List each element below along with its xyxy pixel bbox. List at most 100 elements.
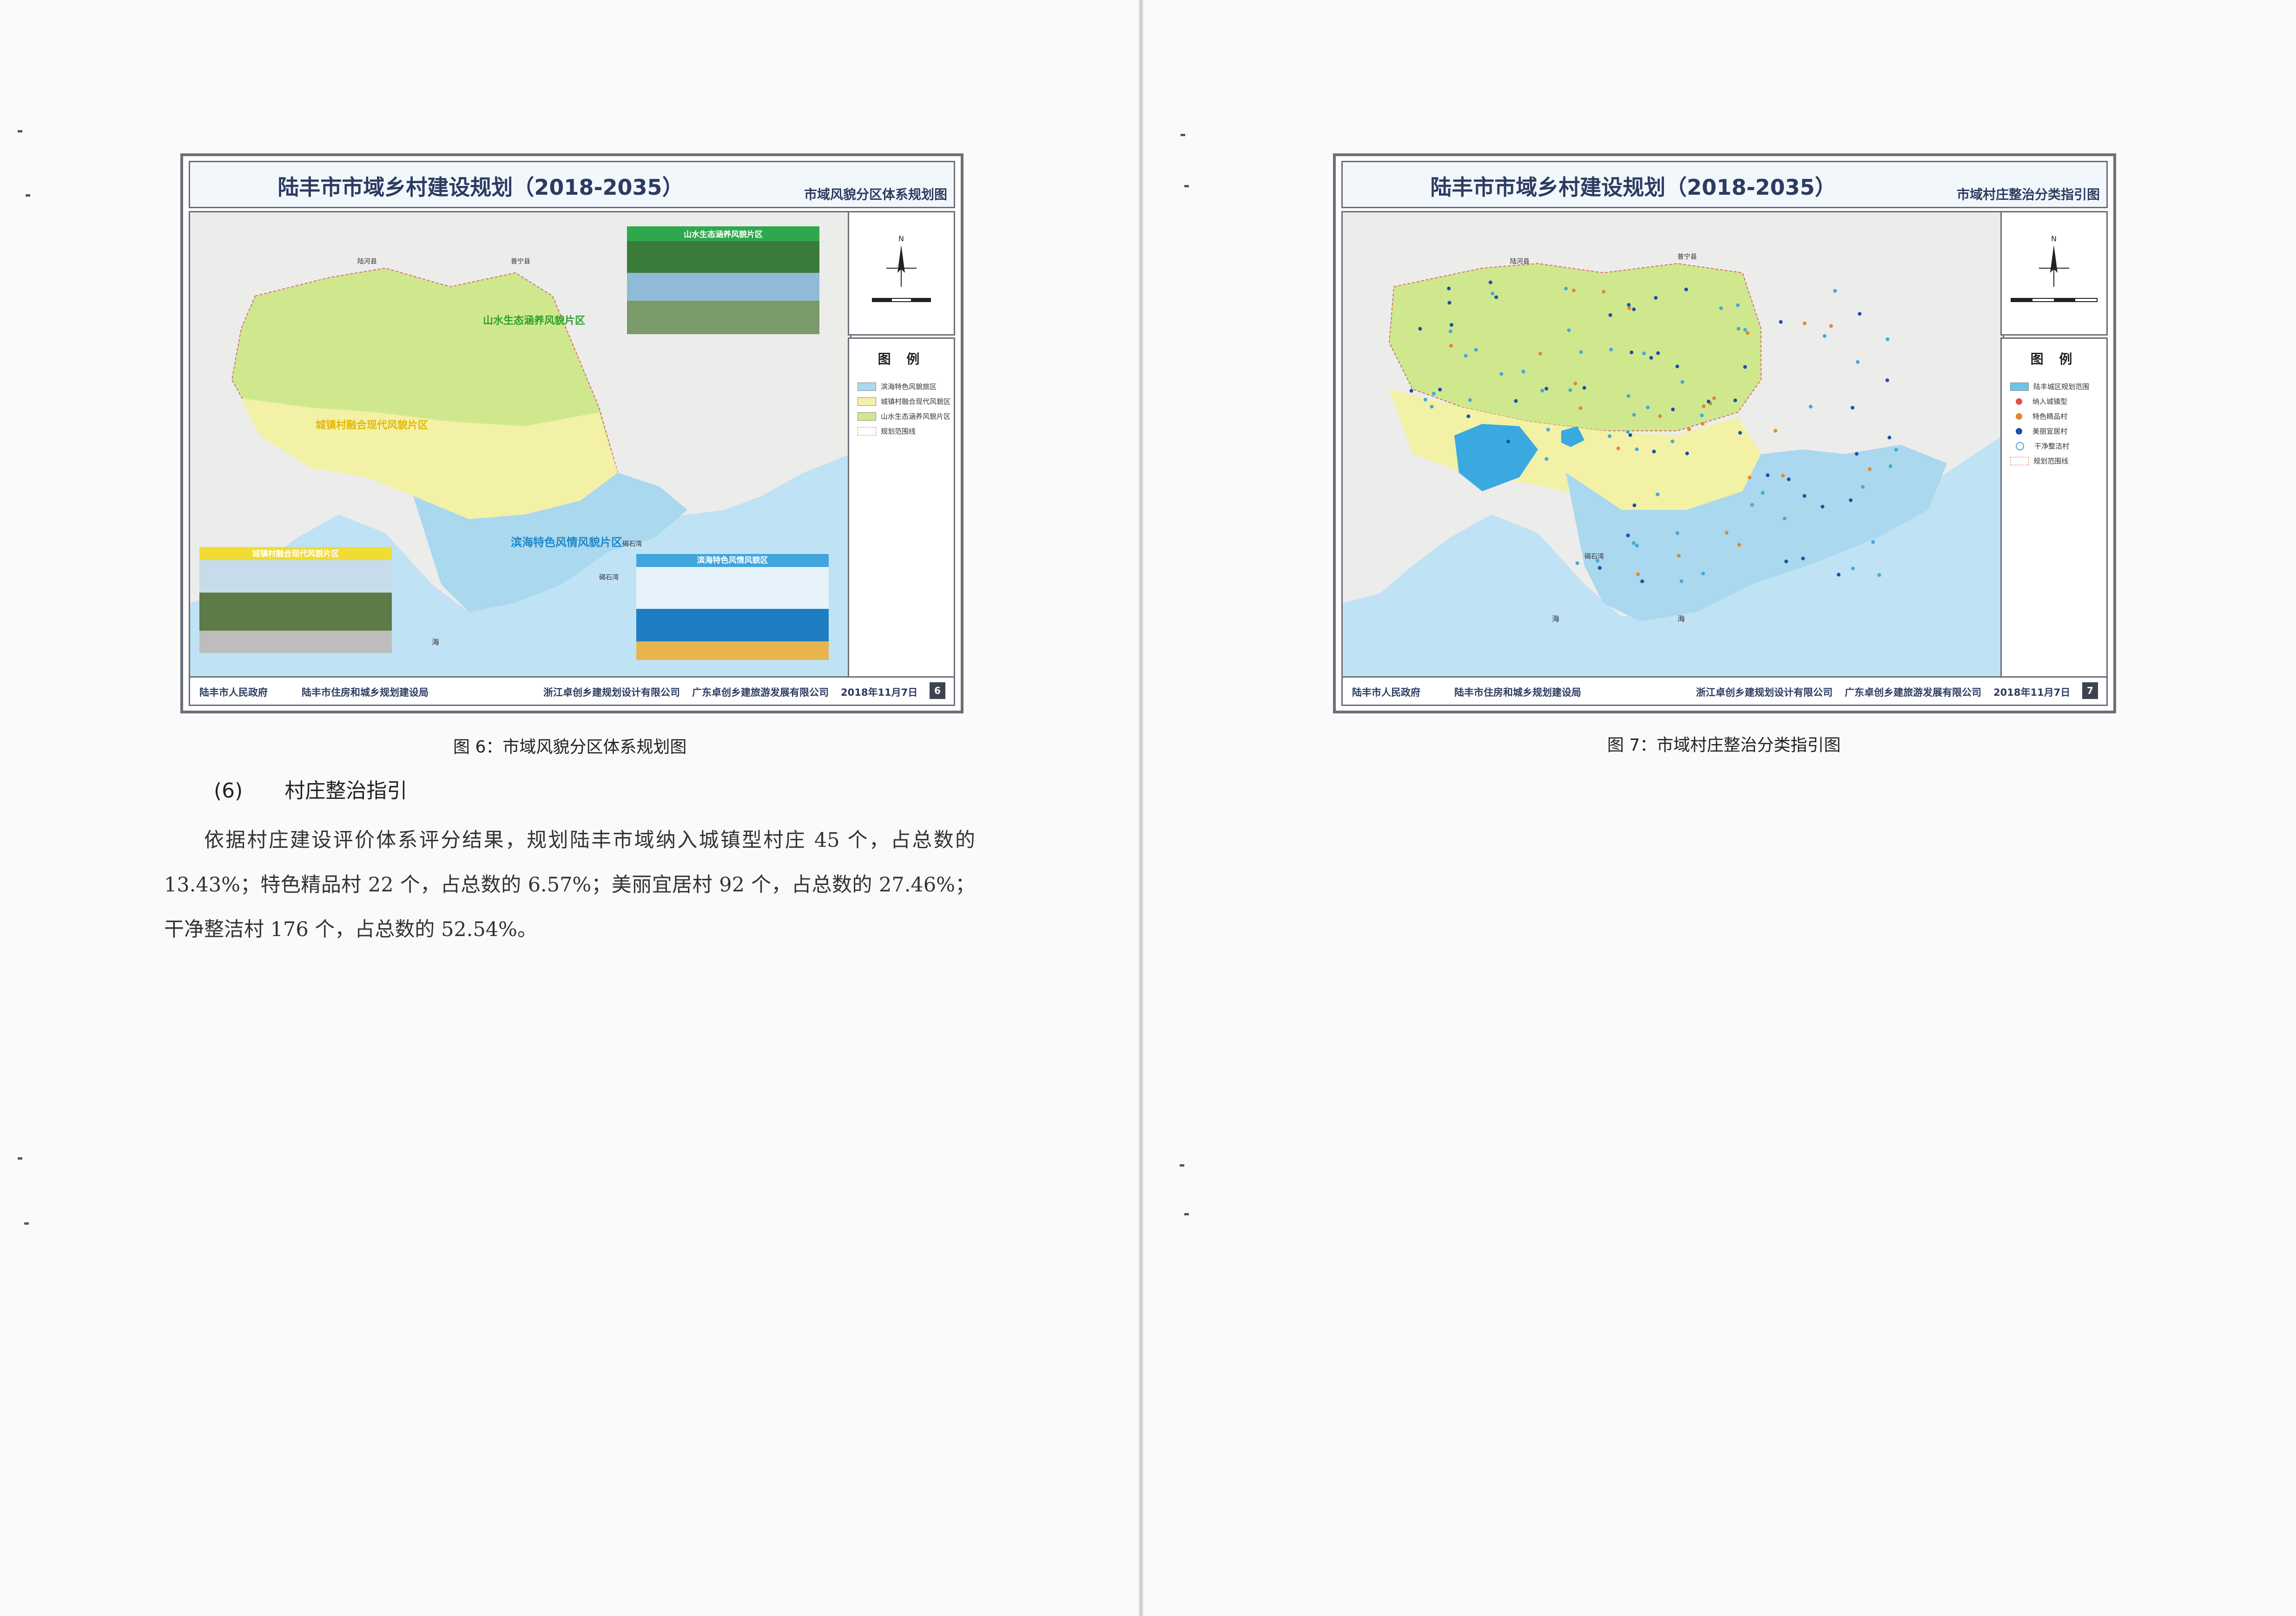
village-dot xyxy=(1546,428,1550,432)
scan-mark xyxy=(26,194,30,197)
legend-item: 山水生态涵养风貌片区 xyxy=(858,411,954,421)
village-dot xyxy=(1802,321,1807,325)
map-footer: 陆丰市人民政府 陆丰市住房和城乡规划建设局 浙江卓创乡建规划设计有限公司 广东卓… xyxy=(1341,676,2108,706)
village-dot xyxy=(1544,457,1549,461)
village-dot xyxy=(1871,540,1875,544)
village-dot xyxy=(1627,303,1631,307)
svg-text:N: N xyxy=(898,234,904,243)
scan-mark xyxy=(18,130,22,132)
village-dot xyxy=(1738,431,1742,435)
village-dot xyxy=(1702,404,1706,408)
village-dot xyxy=(1736,327,1741,331)
left-map-area: 山水生态涵养风貌片区 城镇村融合现代风貌片区 滨海特色风情风貌片区 陆河县 普宁… xyxy=(189,211,851,679)
legend-list: 陆丰城区规划范围 纳入城镇型 特色精品村 美丽宜居村 干净整洁村 规划范围线 xyxy=(2010,382,2106,466)
village-dot xyxy=(1854,452,1859,456)
photo-town xyxy=(199,547,392,653)
village-dot xyxy=(1579,350,1583,354)
village-dot xyxy=(1494,295,1498,299)
village-dot xyxy=(1632,503,1636,508)
village-dot xyxy=(1640,579,1644,583)
village-dot xyxy=(1675,364,1679,369)
legend-item: 纳入城镇型 xyxy=(2010,396,2106,406)
legend-item: 规划范围线 xyxy=(2010,456,2106,466)
figure-caption-6: 图 6：市域风貌分区体系规划图 xyxy=(453,738,687,757)
map-footer: 陆丰市人民政府 陆丰市住房和城乡规划建设局 浙江卓创乡建规划设计有限公司 广东卓… xyxy=(189,676,955,706)
village-dot xyxy=(1572,288,1576,292)
footer-gov: 陆丰市人民政府 xyxy=(199,687,268,698)
village-dot xyxy=(1656,351,1660,355)
village-dot xyxy=(1424,397,1427,402)
legend-item: 城镇村融合现代风貌区 xyxy=(858,396,954,406)
north-arrow-icon: N xyxy=(2011,234,2098,302)
legend-title: 图 例 xyxy=(2030,351,2078,367)
legend-item: 美丽宜居村 xyxy=(2010,426,2106,436)
scan-mark xyxy=(24,1222,29,1225)
compass-box: N xyxy=(848,211,955,336)
scan-mark xyxy=(1184,1213,1189,1215)
map-subtitle: 市域村庄整治分类指引图 xyxy=(1956,187,2100,202)
footer-design2: 广东卓创乡建旅游发展有限公司 xyxy=(692,687,829,698)
place-label: 碣石湾 xyxy=(622,540,642,548)
village-dot xyxy=(1736,303,1740,307)
legend-list: 滨海特色风貌旅区 城镇村融合现代风貌区 山水生态涵养风貌片区 规划范围线 xyxy=(858,382,954,436)
village-dot xyxy=(1626,394,1630,398)
village-dot xyxy=(1737,543,1742,547)
village-dot xyxy=(1506,440,1511,443)
village-dot xyxy=(1833,289,1837,293)
section-title: 村庄整治指引 xyxy=(284,779,408,803)
village-dot xyxy=(1447,286,1451,290)
village-dot xyxy=(1632,307,1636,311)
village-dot xyxy=(1538,351,1543,356)
village-dot xyxy=(1474,348,1478,352)
village-dot xyxy=(1802,494,1807,498)
map-subtitle: 市域风貌分区体系规划图 xyxy=(804,187,947,202)
village-dot xyxy=(1779,320,1783,324)
village-dot xyxy=(1670,439,1675,443)
village-dot xyxy=(1680,380,1684,384)
village-dot xyxy=(1700,413,1704,417)
village-dot xyxy=(1787,477,1791,482)
village-dot xyxy=(1642,351,1646,356)
village-dot xyxy=(1447,301,1451,305)
village-dot xyxy=(1596,559,1599,563)
scan-mark xyxy=(1184,185,1189,187)
legend-box: 图 例 滨海特色风貌旅区 城镇村融合现代风貌区 山水生态涵养风貌片区 规划范围线 xyxy=(848,337,955,679)
body-paragraph: 依据村庄建设评价体系评分结果，规划陆丰市域纳入城镇型村庄 45 个，占总数的 1… xyxy=(164,818,975,952)
village-dot xyxy=(1608,434,1612,438)
svg-text:N: N xyxy=(2051,234,2057,243)
village-dot xyxy=(1808,404,1813,409)
village-dot xyxy=(1627,306,1631,310)
footer-design1: 浙江卓创乡建规划设计有限公司 xyxy=(1696,687,1833,698)
village-dot xyxy=(1679,579,1683,583)
village-dot xyxy=(1616,446,1620,450)
legend-item: 陆丰城区规划范围 xyxy=(2010,382,2106,391)
village-dot xyxy=(1626,534,1630,537)
village-dot xyxy=(1514,399,1518,403)
village-dot xyxy=(1635,544,1639,547)
scan-mark xyxy=(1181,134,1185,136)
village-dot xyxy=(1886,337,1890,341)
place-label: 普宁县 xyxy=(1677,253,1697,261)
village-dot xyxy=(1856,360,1860,364)
legend-item: 干净整洁村 xyxy=(2010,441,2106,451)
village-dot xyxy=(1821,505,1825,509)
zone-label-coastal: 滨海特色风情风貌片区 xyxy=(511,536,622,549)
village-dot xyxy=(1750,503,1754,507)
village-dot xyxy=(1567,328,1571,332)
village-dot xyxy=(1766,473,1770,477)
right-map-frame: 陆丰市市域乡村建设规划（2018-2035） 市域村庄整治分类指引图 陆河县 普… xyxy=(1333,153,2116,713)
place-label: 海 xyxy=(1677,614,1685,623)
village-dot xyxy=(1568,388,1572,392)
legend-item: 特色精品村 xyxy=(2010,411,2106,421)
village-dot xyxy=(1887,435,1892,440)
village-dot xyxy=(1748,475,1752,480)
village-dot xyxy=(1850,406,1854,410)
village-dot xyxy=(1602,290,1606,294)
place-label: 普宁县 xyxy=(511,257,530,265)
village-dot xyxy=(1432,391,1436,396)
figure-caption-7: 图 7：市域村庄整治分类指引图 xyxy=(1607,736,1841,755)
legend-box: 图 例 陆丰城区规划范围 纳入城镇型 特色精品村 美丽宜居村 干净整洁村 规划范… xyxy=(2000,337,2108,679)
section-heading: (6) 村庄整治指引 xyxy=(214,774,407,804)
village-dot xyxy=(1430,405,1434,409)
village-dot xyxy=(1858,312,1862,316)
